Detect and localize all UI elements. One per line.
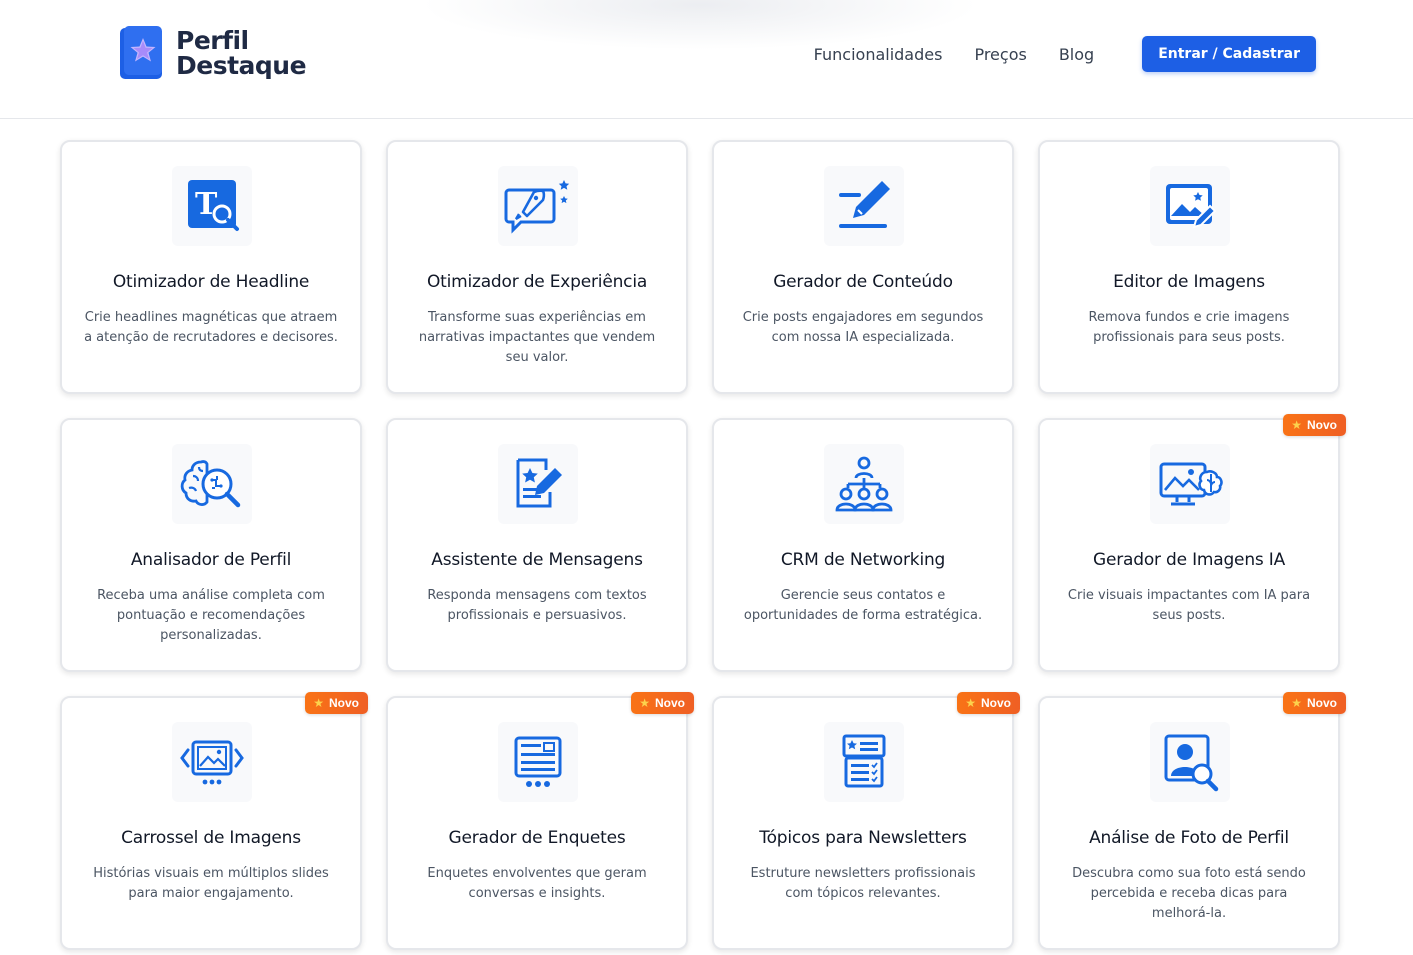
feature-description: Crie visuais impactantes com IA para seu…: [1067, 588, 1311, 623]
nav-link-precos[interactable]: Preços: [974, 45, 1026, 64]
feature-card-ai-image[interactable]: ★ Novo Gerador de Imagens IA Crie visuai…: [1038, 414, 1346, 672]
feature-description: Crie posts engajadores em segundos com n…: [742, 310, 984, 345]
feature-title: Gerador de Enquetes: [448, 828, 626, 848]
badge-label: Novo: [329, 696, 359, 710]
main-nav: Funcionalidades Preços Blog Entrar / Cad…: [814, 36, 1316, 72]
feature-description: Gerencie seus contatos e oportunidades d…: [743, 588, 983, 623]
headline-icon: T: [172, 166, 252, 246]
carousel-icon: [172, 722, 252, 802]
poll-icon: [498, 722, 578, 802]
brand-logo[interactable]: Perfil Destaque: [120, 25, 307, 80]
brand-name: Perfil Destaque: [176, 25, 307, 80]
badge-label: Novo: [1307, 418, 1337, 432]
feature-description: Remova fundos e crie imagens profissiona…: [1088, 310, 1290, 345]
new-badge: ★ Novo: [957, 692, 1020, 714]
nav-link-blog[interactable]: Blog: [1059, 45, 1094, 64]
feature-description: Estruture newsletters profissionais com …: [750, 866, 976, 901]
feature-description: Crie headlines magnéticas que atraem a a…: [84, 310, 338, 345]
brand-name-line1: Perfil: [176, 25, 249, 55]
feature-card-message-assistant[interactable]: Assistente de Mensagens Responda mensage…: [386, 418, 688, 672]
star-icon: ★: [1291, 418, 1302, 432]
feature-card-poll[interactable]: ★ Novo Gerador de Enquetes Enquetes envo…: [386, 692, 694, 950]
feature-card-headline[interactable]: T Otimizador de Headline Crie headlines …: [60, 140, 362, 394]
star-icon: ★: [639, 696, 650, 710]
feature-title: Gerador de Imagens IA: [1093, 550, 1285, 570]
new-badge: ★ Novo: [305, 692, 368, 714]
new-badge: ★ Novo: [631, 692, 694, 714]
feature-title: Tópicos para Newsletters: [759, 828, 967, 848]
star-icon: ★: [313, 696, 324, 710]
pen-icon: [824, 166, 904, 246]
message-doc-icon: [498, 444, 578, 524]
feature-title: Gerador de Conteúdo: [773, 272, 953, 292]
badge-label: Novo: [1307, 696, 1337, 710]
feature-description: Transforme suas experiências em narrativ…: [418, 310, 656, 365]
feature-title: Carrossel de Imagens: [121, 828, 301, 848]
feature-title: Assistente de Mensagens: [431, 550, 643, 570]
newsletter-icon: [824, 722, 904, 802]
feature-title: CRM de Networking: [780, 550, 946, 570]
feature-card-content[interactable]: Gerador de Conteúdo Crie posts engajador…: [712, 140, 1014, 394]
login-signup-button[interactable]: Entrar / Cadastrar: [1142, 36, 1316, 72]
feature-description: Receba uma análise completa com pontuaçã…: [97, 588, 325, 643]
feature-description: Descubra como sua foto está sendo perceb…: [1072, 866, 1306, 921]
feature-title: Analisador de Perfil: [130, 550, 292, 570]
brand-name-line2: Destaque: [176, 50, 307, 80]
star-icon: ★: [1291, 696, 1302, 710]
feature-title: Análise de Foto de Perfil: [1089, 828, 1289, 848]
badge-label: Novo: [655, 696, 685, 710]
new-badge: ★ Novo: [1283, 414, 1346, 436]
ai-image-icon: [1150, 444, 1230, 524]
feature-title: Otimizador de Experiência: [426, 272, 648, 292]
rocket-icon: [498, 166, 578, 246]
feature-card-newsletter[interactable]: ★ Novo Tópicos para Newsletters Estrutur…: [712, 692, 1020, 950]
feature-card-image-editor[interactable]: Editor de Imagens Remova fundos e crie i…: [1038, 140, 1340, 394]
feature-title: Editor de Imagens: [1113, 272, 1265, 292]
feature-card-profile-analyzer[interactable]: Analisador de Perfil Receba uma análise …: [60, 418, 362, 672]
feature-card-experience[interactable]: Otimizador de Experiência Transforme sua…: [386, 140, 688, 394]
badge-label: Novo: [981, 696, 1011, 710]
features-grid: T Otimizador de Headline Crie headlines …: [60, 140, 1346, 950]
star-icon: ★: [965, 696, 976, 710]
feature-card-crm[interactable]: CRM de Networking Gerencie seus contatos…: [712, 418, 1014, 672]
brain-search-icon: [172, 444, 252, 524]
feature-card-carousel[interactable]: ★ Novo Carrossel de Imagens Histórias vi…: [60, 692, 368, 950]
feature-title: Otimizador de Headline: [112, 272, 310, 292]
photo-analysis-icon: [1150, 722, 1230, 802]
new-badge: ★ Novo: [1283, 692, 1346, 714]
feature-card-photo-analysis[interactable]: ★ Novo Análise de Foto de Perfil Descubr…: [1038, 692, 1346, 950]
logo-star-icon: [120, 26, 162, 79]
feature-description: Enquetes envolventes que geram conversas…: [427, 866, 647, 901]
nav-link-funcionalidades[interactable]: Funcionalidades: [814, 45, 943, 64]
top-navbar: Perfil Destaque Funcionalidades Preços B…: [0, 0, 1413, 119]
feature-description: Responda mensagens com textos profission…: [427, 588, 647, 623]
network-icon: [824, 444, 904, 524]
feature-description: Histórias visuais em múltiplos slides pa…: [93, 866, 329, 901]
image-edit-icon: [1150, 166, 1230, 246]
